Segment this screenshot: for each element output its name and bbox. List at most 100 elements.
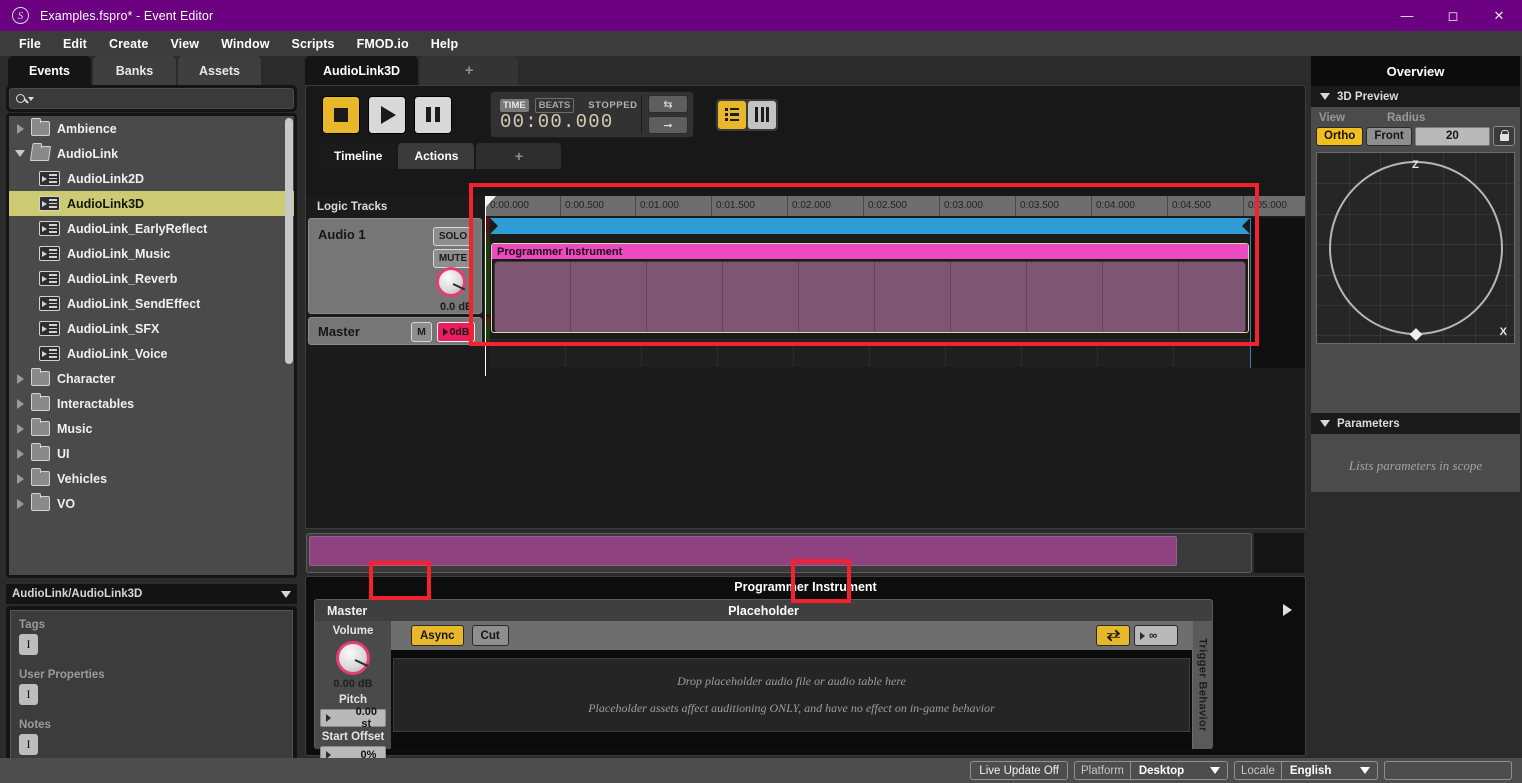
loop-mode-button[interactable]	[1096, 625, 1130, 646]
search-box[interactable]	[9, 88, 294, 109]
arrow-right-icon[interactable]: ➞	[648, 116, 688, 134]
tab-timeline[interactable]: Timeline	[320, 143, 396, 169]
chevron-down-icon[interactable]	[1320, 93, 1330, 100]
audio1-lane[interactable]: Programmer Instrument	[490, 240, 1305, 336]
tree-item-audiolink2d[interactable]: AudioLink2D	[9, 166, 294, 191]
chevron-right-icon[interactable]	[9, 499, 31, 509]
menu-create[interactable]: Create	[98, 34, 160, 54]
menu-scripts[interactable]: Scripts	[281, 34, 346, 54]
volume-knob[interactable]	[436, 267, 466, 297]
master-db-field[interactable]: 0dB	[437, 322, 475, 342]
grid-view-icon[interactable]	[748, 101, 776, 129]
pause-button[interactable]	[414, 96, 452, 134]
radius-input[interactable]: 20	[1415, 127, 1490, 146]
add-inner-tab-button[interactable]: +	[476, 143, 561, 169]
search-filter-caret-icon[interactable]	[28, 97, 34, 101]
close-icon[interactable]: ✕	[1476, 0, 1522, 31]
master-mute-button[interactable]: M	[411, 322, 432, 342]
track-lanes[interactable]: Programmer Instrument	[490, 218, 1305, 528]
tree-item-vehicles[interactable]: Vehicles	[9, 466, 294, 491]
timecode-value[interactable]: 00:00.000	[496, 111, 641, 133]
programmer-instrument-clip[interactable]: Programmer Instrument	[491, 243, 1249, 333]
track-header-audio1[interactable]: Audio 1 SOLO MUTE 0.0 dB	[308, 218, 482, 314]
menu-view[interactable]: View	[159, 34, 210, 54]
maximize-icon[interactable]: ◻	[1430, 0, 1476, 31]
tree-scrollbar[interactable]	[285, 118, 293, 364]
locale-select[interactable]: Locale English	[1234, 761, 1378, 780]
async-button[interactable]: Async	[411, 625, 464, 646]
tree-item-audiolink-reverb[interactable]: AudioLink_Reverb	[9, 266, 294, 291]
solo-button[interactable]: SOLO	[433, 227, 473, 246]
tree-item-audiolink-music[interactable]: AudioLink_Music	[9, 241, 294, 266]
tree-item-audiolink-earlyreflect[interactable]: AudioLink_EarlyReflect	[9, 216, 294, 241]
preview-3d-viewport[interactable]: Z X	[1316, 152, 1515, 344]
tree-item-audiolink3d[interactable]: AudioLink3D	[9, 191, 294, 216]
tab-assets[interactable]: Assets	[178, 56, 261, 85]
tree-item-character[interactable]: Character	[9, 366, 294, 391]
stop-button[interactable]	[322, 96, 360, 134]
chevron-right-icon[interactable]	[9, 449, 31, 459]
logic-track-region[interactable]	[490, 218, 1250, 234]
tree-item-ambience[interactable]: Ambience	[9, 116, 294, 141]
lock-icon[interactable]	[1493, 126, 1515, 146]
live-update-button[interactable]: Live Update Off	[970, 761, 1068, 780]
tree-item-vo[interactable]: VO	[9, 491, 294, 516]
tree-item-audiolink[interactable]: AudioLink	[9, 141, 294, 166]
menu-file[interactable]: File	[8, 34, 52, 54]
tags-input[interactable]: I	[19, 634, 38, 655]
tree-item-audiolink-voice[interactable]: AudioLink_Voice	[9, 341, 294, 366]
scrollbar-thumb[interactable]	[309, 536, 1177, 566]
tree-item-audiolink-sfx[interactable]: AudioLink_SFX	[9, 316, 294, 341]
chevron-down-icon[interactable]	[9, 150, 31, 157]
notes-input[interactable]: I	[19, 734, 38, 755]
loop-playback-icon[interactable]: ⇆	[648, 95, 688, 113]
user-properties-input[interactable]: I	[19, 684, 38, 705]
chevron-right-icon[interactable]	[9, 124, 31, 134]
tab-actions[interactable]: Actions	[398, 143, 474, 169]
tree-item-ui[interactable]: UI	[9, 441, 294, 466]
chevron-right-icon[interactable]	[9, 374, 31, 384]
play-button[interactable]	[368, 96, 406, 134]
platform-value: Desktop	[1131, 765, 1192, 777]
mute-button[interactable]: MUTE	[433, 249, 473, 268]
instrument-body[interactable]	[494, 261, 1246, 333]
track-header-master[interactable]: Master M 0dB	[308, 317, 482, 345]
pitch-field[interactable]: 0.00 st	[320, 709, 386, 727]
tree-item-music[interactable]: Music	[9, 416, 294, 441]
menu-window[interactable]: Window	[210, 34, 280, 54]
section-parameters[interactable]: Parameters	[1311, 413, 1520, 434]
chevron-right-icon[interactable]	[9, 474, 31, 484]
event-tree[interactable]: Ambience AudioLink AudioLink2D AudioLink…	[9, 116, 294, 575]
menu-help[interactable]: Help	[420, 34, 470, 54]
list-view-icon[interactable]	[718, 101, 746, 129]
minimize-icon[interactable]: —	[1384, 0, 1430, 31]
master-lane[interactable]	[490, 339, 1305, 367]
placeholder-drop-zone[interactable]: Drop placeholder audio file or audio tab…	[393, 658, 1190, 732]
section-3d-preview[interactable]: 3D Preview	[1311, 86, 1520, 107]
search-input[interactable]	[37, 92, 293, 106]
horizontal-scrollbar[interactable]	[306, 533, 1252, 573]
tree-item-audiolink-sendeffect[interactable]: AudioLink_SendEffect	[9, 291, 294, 316]
platform-select[interactable]: Platform Desktop	[1074, 761, 1228, 780]
loop-count-field[interactable]: ∞	[1134, 625, 1178, 646]
trigger-behavior-tab[interactable]: Trigger Behavior	[1192, 621, 1212, 749]
timeline[interactable]: 0:00.000 0:00.500 0:01.000 0:01.500 0:02…	[306, 196, 1305, 528]
ortho-button[interactable]: Ortho	[1316, 127, 1363, 146]
menu-fmodio[interactable]: FMOD.io	[346, 34, 420, 54]
expand-arrow-icon[interactable]	[1283, 604, 1292, 616]
tab-audiolink3d[interactable]: AudioLink3D	[305, 56, 418, 85]
tab-events[interactable]: Events	[8, 56, 91, 85]
menu-edit[interactable]: Edit	[52, 34, 98, 54]
tree-item-interactables[interactable]: Interactables	[9, 391, 294, 416]
cut-button[interactable]: Cut	[472, 625, 509, 646]
add-tab-button[interactable]: +	[420, 56, 518, 85]
browser-tabs: Events Banks Assets	[2, 56, 301, 85]
tab-banks[interactable]: Banks	[93, 56, 176, 85]
chevron-right-icon[interactable]	[9, 399, 31, 409]
chevron-down-icon[interactable]	[281, 591, 291, 598]
chevron-right-icon[interactable]	[9, 424, 31, 434]
front-button[interactable]: Front	[1366, 127, 1411, 146]
chevron-down-icon[interactable]	[1320, 420, 1330, 427]
volume-knob[interactable]	[315, 641, 391, 675]
timeline-ruler[interactable]: 0:00.000 0:00.500 0:01.000 0:01.500 0:02…	[485, 196, 1305, 216]
